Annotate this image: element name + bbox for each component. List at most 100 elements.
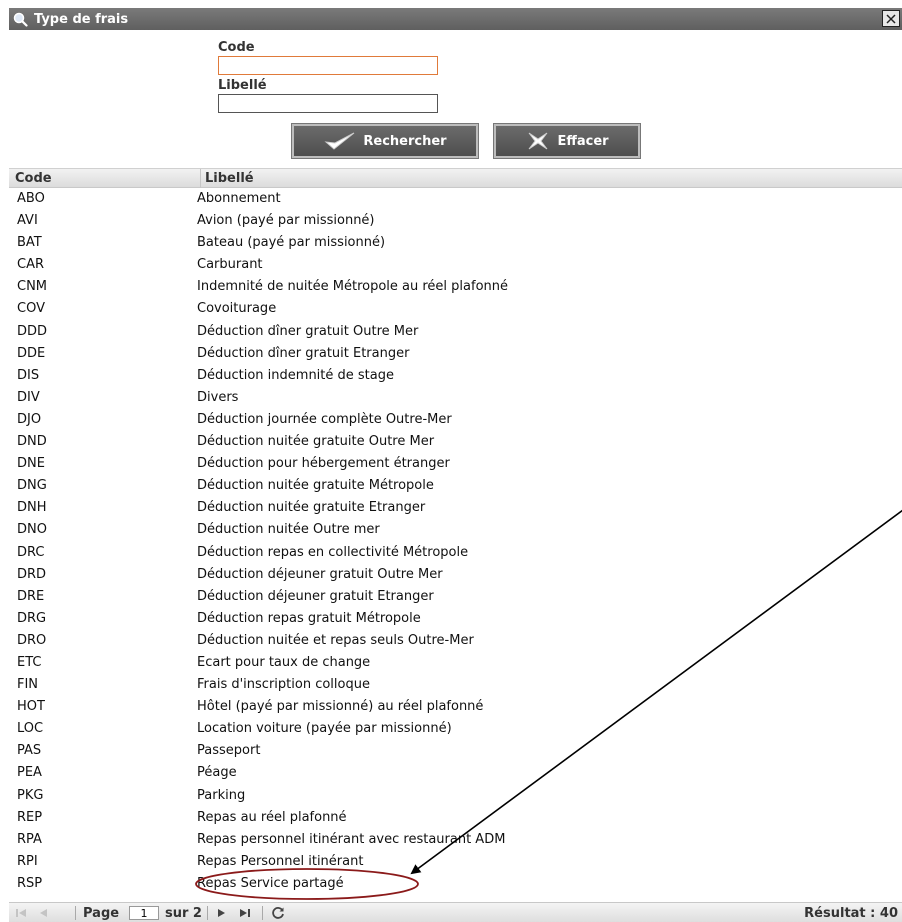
cell-libelle: Bateau (payé par missionné): [197, 235, 386, 251]
cell-code: DIS: [17, 367, 40, 383]
column-header-code[interactable]: Code: [15, 171, 52, 186]
code-input[interactable]: [218, 56, 438, 75]
cell-libelle: Déduction journée complète Outre-Mer: [197, 411, 452, 427]
cell-code: DJO: [17, 411, 42, 427]
table-row[interactable]: DDD Déduction dîner gratuit Outre Mer: [9, 321, 902, 343]
cell-libelle: Déduction déjeuner gratuit Etranger: [197, 588, 434, 604]
table-row[interactable]: DRC Déduction repas en collectivité Métro…: [9, 542, 902, 564]
table-row[interactable]: AVI Avion (payé par missionné): [9, 210, 902, 232]
search-panel: Code Libellé Rechercher Effacer: [9, 30, 902, 164]
table-row[interactable]: LOC Location voiture (payée par missionné…: [9, 718, 902, 740]
cell-libelle: Déduction nuitée et repas seuls Outre-Me…: [197, 632, 474, 648]
previous-page-icon[interactable]: [37, 904, 49, 922]
table-row[interactable]: COV Covoiturage: [9, 298, 902, 320]
table-row[interactable]: DJO Déduction journée complète Outre-Mer: [9, 409, 902, 431]
cell-libelle: Indemnité de nuitée Métropole au réel pl…: [197, 279, 509, 295]
table-row[interactable]: DRD Déduction déjeuner gratuit Outre Mer: [9, 564, 902, 586]
cell-libelle: Péage: [197, 765, 237, 781]
cell-code: PAS: [17, 743, 42, 759]
cell-libelle: Déduction indemnité de stage: [197, 367, 394, 383]
cell-code: BAT: [17, 235, 42, 251]
cell-code: CAR: [17, 257, 45, 273]
page-count-label: sur 2: [165, 905, 202, 921]
cell-libelle: Location voiture (payée par missionné): [197, 721, 452, 737]
table-row[interactable]: PKG Parking: [9, 785, 902, 807]
cell-code: COV: [17, 301, 45, 317]
search-button[interactable]: Rechercher: [291, 123, 479, 159]
pager-separator: [207, 906, 208, 920]
table-row[interactable]: DNG Déduction nuitée gratuite Métropole: [9, 475, 902, 497]
table-row[interactable]: CAR Carburant: [9, 254, 902, 276]
table-row[interactable]: PEA Péage: [9, 762, 902, 784]
pager-separator: [75, 906, 76, 920]
cell-libelle: Déduction dîner gratuit Etranger: [197, 345, 410, 361]
pagination-bar: Page sur 2 Résultat : 40: [9, 902, 902, 922]
table-row[interactable]: DRG Déduction repas gratuit Métropole: [9, 608, 902, 630]
grid-header: Code Libellé: [9, 168, 902, 188]
cell-code: DNO: [17, 522, 47, 538]
table-row[interactable]: RPI Repas Personnel itinérant: [9, 851, 902, 873]
cell-code: FIN: [17, 677, 39, 693]
first-page-icon[interactable]: [15, 904, 27, 922]
dialog-titlebar: Type de frais: [9, 8, 902, 30]
column-header-libelle[interactable]: Libellé: [205, 171, 254, 186]
table-row[interactable]: DND Déduction nuitée gratuite Outre Mer: [9, 431, 902, 453]
cell-libelle: Déduction déjeuner gratuit Outre Mer: [197, 566, 443, 582]
cell-libelle: Ecart pour taux de change: [197, 654, 371, 670]
table-row[interactable]: FIN Frais d'inscription colloque: [9, 674, 902, 696]
result-count: Résultat : 40: [804, 905, 898, 921]
table-row[interactable]: ABO Abonnement: [9, 188, 902, 210]
cell-code: ETC: [17, 654, 42, 670]
close-button[interactable]: [882, 10, 900, 27]
cell-libelle: Avion (payé par missionné): [197, 213, 375, 229]
page-number-input[interactable]: [129, 906, 159, 920]
cell-code: AVI: [17, 213, 38, 229]
grid-body: ABO Abonnement AVI Avion (payé par mission…: [9, 188, 902, 895]
cell-code: PKG: [17, 787, 44, 803]
table-row[interactable]: DRE Déduction déjeuner gratuit Etranger: [9, 586, 902, 608]
cell-libelle: Divers: [197, 389, 239, 405]
cell-code: PEA: [17, 765, 42, 781]
libelle-label: Libellé: [218, 78, 267, 93]
table-row[interactable]: DNE Déduction pour hébergement étranger: [9, 453, 902, 475]
table-row[interactable]: HOT Hôtel (payé par missionné) au réel pl…: [9, 696, 902, 718]
cell-code: DDE: [17, 345, 46, 361]
table-row[interactable]: DIS Déduction indemnité de stage: [9, 365, 902, 387]
table-row[interactable]: DDE Déduction dîner gratuit Etranger: [9, 343, 902, 365]
cell-libelle: Déduction nuitée gratuite Outre Mer: [197, 434, 435, 450]
cell-code: DIV: [17, 389, 40, 405]
cell-code: HOT: [17, 699, 45, 715]
cell-code: DNE: [17, 456, 45, 472]
table-row[interactable]: DRO Déduction nuitée et repas seuls Outre…: [9, 630, 902, 652]
last-page-icon[interactable]: [239, 904, 251, 922]
next-page-icon[interactable]: [216, 904, 228, 922]
cell-code: RSP: [17, 875, 43, 891]
cell-code: DRG: [17, 610, 47, 626]
table-row[interactable]: RPA Repas personnel itinérant avec restau…: [9, 829, 902, 851]
cell-code: DRC: [17, 544, 45, 560]
table-row[interactable]: BAT Bateau (payé par missionné): [9, 232, 902, 254]
clear-button[interactable]: Effacer: [493, 123, 641, 159]
table-row[interactable]: PAS Passeport: [9, 740, 902, 762]
cell-libelle: Repas personnel itinérant avec restauran…: [197, 831, 506, 847]
cell-code: LOC: [17, 721, 44, 737]
table-row[interactable]: RSP Repas Service partagé: [9, 873, 902, 895]
cell-libelle: Déduction repas gratuit Métropole: [197, 610, 421, 626]
pager-separator: [262, 906, 263, 920]
cell-code: DRO: [17, 632, 47, 648]
column-separator: [200, 169, 201, 188]
table-row[interactable]: ETC Ecart pour taux de change: [9, 652, 902, 674]
cell-code: RPI: [17, 853, 38, 869]
code-label: Code: [218, 40, 255, 55]
table-row[interactable]: CNM Indemnité de nuitée Métropole au réel…: [9, 276, 902, 298]
cell-libelle: Abonnement: [197, 191, 281, 206]
cell-code: ABO: [17, 191, 45, 206]
table-row[interactable]: DNO Déduction nuitée Outre mer: [9, 519, 902, 541]
table-row[interactable]: REP Repas au réel plafonné: [9, 807, 902, 829]
table-row[interactable]: DNH Déduction nuitée gratuite Etranger: [9, 497, 902, 519]
cell-libelle: Frais d'inscription colloque: [197, 677, 370, 693]
cell-code: DND: [17, 434, 47, 450]
libelle-input[interactable]: [218, 94, 438, 113]
refresh-icon[interactable]: [271, 904, 285, 922]
table-row[interactable]: DIV Divers: [9, 387, 902, 409]
